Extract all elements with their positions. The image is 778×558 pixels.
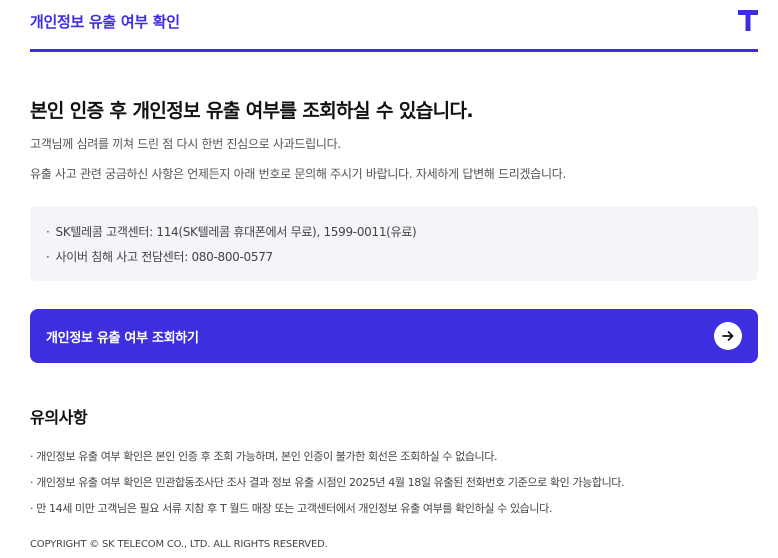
arrow-right-icon [714,322,742,350]
page-title: 개인정보 유출 여부 확인 [30,13,180,31]
copyright-text: COPYRIGHT © SK TELECOM CO., LTD. ALL RIG… [30,539,328,550]
contact-info-box: · SK텔레콤 고객센터: 114(SK텔레콤 휴대폰에서 무료), 1599-0… [30,206,758,281]
page-header: 개인정보 유출 여부 확인 [30,0,758,52]
contact-customer-center-text: SK텔레콤 고객센터: 114(SK텔레콤 휴대폰에서 무료), 1599-00… [55,225,417,239]
check-leak-button-label: 개인정보 유출 여부 조회하기 [46,331,199,346]
note-item: · 개인정보 유출 여부 확인은 본인 인증 후 조회 가능하며, 본인 인증이… [30,450,498,463]
apology-text: 고객님께 심려를 끼쳐 드린 점 다시 한번 진심으로 사과드립니다. [30,137,341,151]
check-leak-button[interactable]: 개인정보 유출 여부 조회하기 [30,309,758,363]
note-item: · 개인정보 유출 여부 확인은 민관합동조사단 조사 결과 정보 유출 시점인… [30,476,625,489]
contact-cyber-center: · 사이버 침해 사고 전담센터: 080-800-0577 [46,248,273,265]
t-logo-icon[interactable] [738,10,758,31]
contact-customer-center: · SK텔레콤 고객센터: 114(SK텔레콤 휴대폰에서 무료), 1599-0… [46,223,417,240]
main-headline: 본인 인증 후 개인정보 유출 여부를 조회하실 수 있습니다. [30,100,474,122]
contact-cyber-center-text: 사이버 침해 사고 전담센터: 080-800-0577 [55,250,274,264]
bullet: · [46,225,50,239]
bullet: · [46,250,50,264]
inquiry-text: 유출 사고 관련 궁금하신 사항은 언제든지 아래 번호로 문의해 주시기 바랍… [30,167,567,181]
note-item: · 만 14세 미만 고객님은 필요 서류 지참 후 T 월드 매장 또는 고객… [30,502,552,515]
notes-title: 유의사항 [30,408,88,427]
